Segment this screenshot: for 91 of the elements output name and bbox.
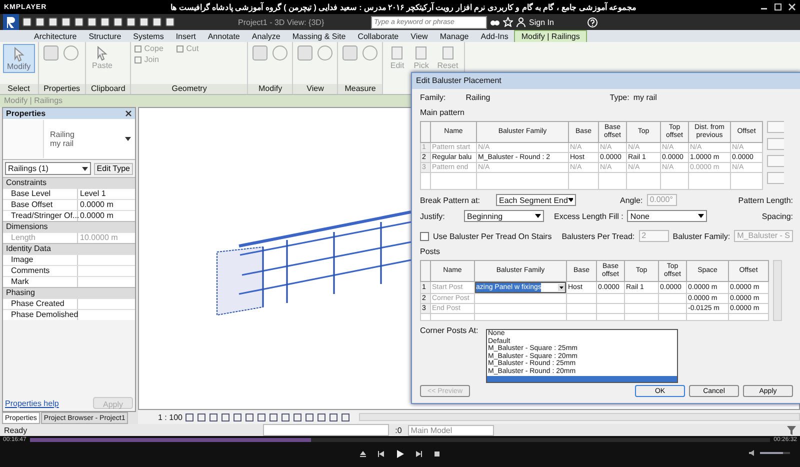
speaker-icon[interactable] (748, 449, 756, 457)
ribbon-tool-button[interactable]: Modify (3, 44, 35, 73)
user-icon[interactable] (516, 17, 526, 27)
window-title: Project1 - 3D View: {3D} (238, 18, 326, 26)
ribbon-tab[interactable]: Modify | Railings (514, 30, 587, 42)
break-pattern-dropdown[interactable]: Each Segment End (496, 194, 576, 206)
star-icon[interactable] (503, 17, 513, 27)
family-value: Railing (466, 93, 492, 102)
properties-header: Properties (3, 108, 135, 119)
ribbon-tab[interactable]: Insert (170, 31, 202, 42)
document-icon (440, 45, 456, 61)
video-title: مجموعه آموزشی جامع ، گام به گام و کاربردی نرم افزار رویت آرکیتکچر ۲۰۱۶ مدرس : سعید فدایی ( تیچرمن ) گروه آموزشی پادشاه گرافیست ها (170, 2, 638, 12)
ribbon-tab[interactable]: Systems (127, 31, 170, 42)
workset-field[interactable] (263, 424, 390, 436)
properties-help-link[interactable]: Properties help (5, 398, 59, 408)
stop-icon[interactable] (433, 450, 441, 458)
next-icon[interactable] (415, 450, 423, 458)
type-name: my rail (50, 139, 75, 148)
section-label: Posts (420, 247, 442, 256)
selection-count: :0 (395, 426, 402, 434)
help-icon[interactable] (586, 16, 598, 28)
maximize-icon[interactable] (774, 3, 782, 11)
caret-icon (558, 284, 565, 291)
panel-label: Geometry (131, 84, 248, 94)
ribbon-tab[interactable]: Collaborate (352, 31, 405, 42)
field-label: Corner Posts At: (420, 326, 478, 335)
property-value[interactable]: 0.0000 m (78, 211, 135, 221)
panel-label: Clipboard (86, 84, 130, 94)
model-selector[interactable]: Main Model (408, 424, 494, 436)
field-label: Break Pattern at: (420, 196, 482, 204)
document-icon (389, 45, 406, 61)
panel-label: Measure (338, 84, 382, 94)
ribbon-tab[interactable]: Massing & Site (286, 31, 352, 42)
status-text: Ready (4, 426, 28, 434)
property-value[interactable]: 0.0000 m (78, 200, 135, 210)
horizontal-scrollbar[interactable] (359, 413, 800, 421)
panel-label: View (293, 84, 338, 94)
dialog-title: Edit Baluster Placement (412, 73, 800, 89)
excess-fill-dropdown[interactable]: None (627, 210, 708, 222)
field-label: Balusters Per Tread: (562, 232, 635, 240)
property-label: Phase Demolished (3, 310, 78, 320)
field-label: Angle: (620, 196, 643, 204)
caret-icon (535, 214, 541, 218)
property-value[interactable]: Level 1 (78, 189, 135, 199)
ribbon-tab[interactable]: Architecture (28, 31, 83, 42)
vertical-scrollbar[interactable] (773, 260, 782, 321)
document-icon (413, 45, 430, 61)
section-label: Main pattern (420, 108, 466, 117)
field-label: Spacing: (762, 212, 793, 220)
caret-icon (698, 214, 704, 218)
property-group-header[interactable]: Constraints (3, 177, 135, 188)
field-label: Excess Length Fill : (554, 212, 624, 220)
railing-drawing[interactable] (216, 210, 411, 316)
property-group-header[interactable]: Phasing (3, 287, 135, 298)
ribbon-tab[interactable]: Annotate (202, 31, 246, 42)
app-logo[interactable] (3, 14, 19, 30)
play-icon[interactable] (395, 449, 405, 459)
ribbon-tab[interactable]: View (404, 31, 434, 42)
field-label: Family: (420, 93, 446, 102)
caret-icon (568, 198, 573, 202)
ribbon-tab[interactable]: Analyze (246, 31, 286, 42)
instance-selector[interactable]: Railings (1) (5, 162, 91, 175)
square-icon (134, 56, 142, 64)
panel-label: Properties (38, 84, 86, 94)
square-icon (134, 44, 142, 52)
ribbon-tab[interactable]: Add-Ins (474, 31, 514, 42)
field-label: Pattern Length: (738, 196, 793, 204)
checkbox-label: Use Baluster Per Tread On Stairs (433, 232, 552, 240)
edit-type-button[interactable]: Edit Type (94, 162, 133, 174)
field-label: Justify: (420, 212, 446, 220)
previous-icon[interactable] (377, 450, 385, 458)
type-value: my rail (633, 93, 657, 102)
checkbox[interactable] (420, 232, 429, 240)
field-label: Baluster Family: (672, 232, 730, 240)
justify-dropdown[interactable]: Beginning (464, 210, 544, 222)
caret-icon (82, 166, 88, 170)
property-group-header[interactable]: Identity Data (3, 243, 135, 254)
view-scale[interactable]: 1 : 100 (158, 412, 182, 422)
panel-label: Select (0, 84, 38, 94)
square-icon (176, 44, 184, 52)
panel-label: Modify (248, 84, 292, 94)
ribbon-tab[interactable]: Structure (82, 31, 128, 42)
caret-icon[interactable] (125, 137, 131, 141)
sign-in-link[interactable]: Sign In (529, 18, 554, 26)
property-group-header[interactable]: Dimensions (3, 221, 135, 232)
field-label: Type: (610, 93, 630, 102)
close-icon[interactable] (125, 110, 132, 117)
type-family: Railing (50, 130, 76, 139)
highlighted-option[interactable] (487, 376, 677, 382)
ribbon-tab[interactable]: Manage (434, 31, 475, 42)
eject-icon[interactable] (359, 450, 367, 458)
